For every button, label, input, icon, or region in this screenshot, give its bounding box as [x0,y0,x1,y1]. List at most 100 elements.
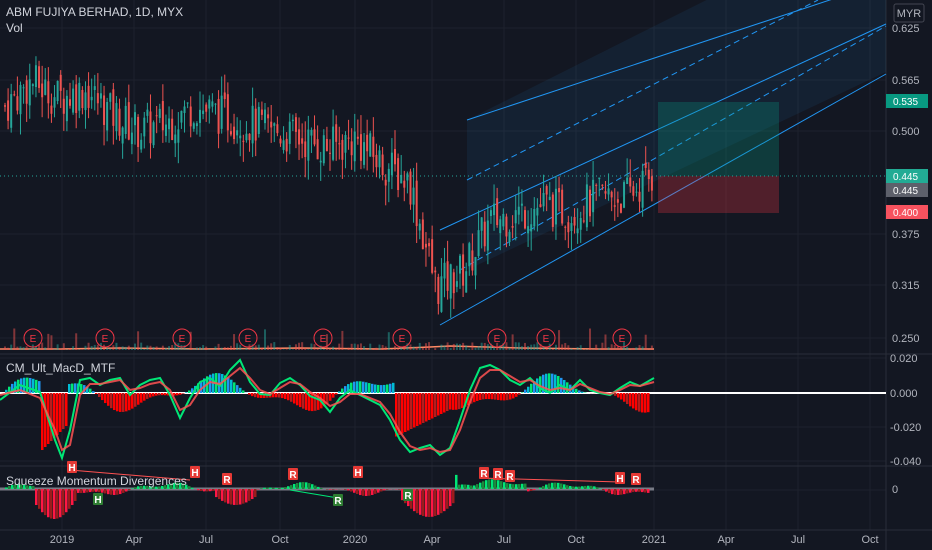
candle-body [616,199,619,203]
candle-body [548,196,551,200]
volume-bar [152,346,155,350]
candle-body [106,102,109,131]
candle-body [279,138,282,144]
candle-body [530,224,533,232]
volume-bar [387,332,390,350]
candle-body [598,177,601,180]
candle-body [192,123,195,129]
squeeze-histogram-bar [587,485,590,489]
candle-body [446,261,449,291]
macd-histogram-bar [92,391,95,393]
candle-body [363,142,366,165]
macd-histogram-bar [140,393,143,403]
macd-histogram-bar [188,390,191,393]
volume-bar [598,348,601,350]
candle-body [152,122,155,146]
macd-tick-label: -0.020 [890,422,921,434]
squeeze-histogram-bar [563,484,566,489]
macd-histogram-bar [338,391,341,393]
candle-body [38,66,41,88]
squeeze-histogram-bar [557,482,560,489]
candle-body [301,138,304,144]
squeeze-histogram-bar [377,489,380,493]
macd-histogram-bar [392,382,395,393]
volume-bar [313,344,316,350]
time-tick-label: Apr [717,534,734,546]
squeeze-histogram-bar [446,489,449,509]
candle-body [520,203,523,206]
squeeze-histogram-bar [566,485,569,489]
volume-bar [335,348,338,350]
volume-label[interactable]: Vol [6,21,23,35]
volume-bar [524,342,526,350]
squeeze-histogram-bar [224,489,227,503]
volume-bar [356,344,359,350]
macd-histogram-bar [509,393,512,400]
macd-histogram-bar [332,393,335,398]
volume-bar [229,345,232,350]
volume-bar [418,342,421,350]
squeeze-histogram-bar [428,489,431,517]
volume-bar [626,346,629,350]
volume-bar [564,343,567,350]
macd-histogram-bar [500,393,503,401]
macd-histogram-bar [305,393,308,410]
volume-bar [322,349,325,350]
volume-bar [236,343,239,350]
macd-histogram-bar [362,381,365,393]
squeeze-histogram-bar [56,489,59,519]
squeeze-histogram-bar [380,489,383,492]
candle-body [381,154,384,176]
squeeze-histogram-bar [593,486,596,489]
symbol-title[interactable]: ABM FUJIYA BERHAD, 1D, MYX [6,5,183,19]
volume-bar [635,347,638,350]
macd-histogram-bar [59,393,62,432]
squeeze-histogram-bar [590,485,593,489]
squeeze-histogram-bar [644,489,647,493]
stop-zone[interactable] [658,176,779,213]
squeeze-histogram-bar [467,484,470,489]
squeeze-histogram-bar [38,489,41,509]
candle-body [81,89,84,109]
time-tick-label: 2020 [343,534,367,546]
candle-body [140,139,143,150]
currency-label: MYR [897,8,922,20]
volume-bar [483,342,486,350]
macd-pane-title[interactable]: CM_Ult_MacD_MTF [6,361,115,375]
candle-body [310,129,313,136]
macd-histogram-bar [137,393,140,405]
macd-histogram-bar [119,393,122,412]
chart-canvas[interactable]: EEEEEEEEE H HR R H R R R H RH R R ABM FUJIYA BERHA… [0,0,932,550]
candle-body [171,118,174,141]
price-axis[interactable]: MYR [893,3,925,23]
squeeze-histogram-bar [485,480,488,489]
volume-bar [19,346,22,350]
candle-body [629,177,632,187]
volume-bar [171,345,174,350]
macd-histogram-bar [530,383,533,393]
volume-bar [610,344,613,350]
candle-body [288,121,291,144]
squeeze-histogram-bar [458,484,461,489]
candle-body [650,176,653,191]
macd-histogram-bar [623,393,626,402]
squeeze-histogram-bar [386,489,389,490]
target-zone[interactable] [658,102,779,176]
divergence-badge-label: R [494,470,502,481]
candle-body [353,131,356,162]
squeeze-histogram-bar [476,484,479,489]
candle-body [50,105,53,114]
squeeze-pane-title[interactable]: Squeeze Momentum Divergences [6,474,187,488]
long-position-tool[interactable] [658,102,779,213]
macd-histogram-bar [383,384,386,393]
candle-body [489,210,492,216]
candle-body [431,239,434,273]
macd-histogram-bar [506,393,509,401]
squeeze-histogram-bar [80,489,83,494]
candle-body [325,138,328,152]
price-tick-label: 0.315 [892,280,920,292]
macd-histogram-bar [29,377,32,393]
volume-bar [112,345,115,350]
candle-body [409,171,412,205]
earnings-marker-label: E [102,334,109,345]
